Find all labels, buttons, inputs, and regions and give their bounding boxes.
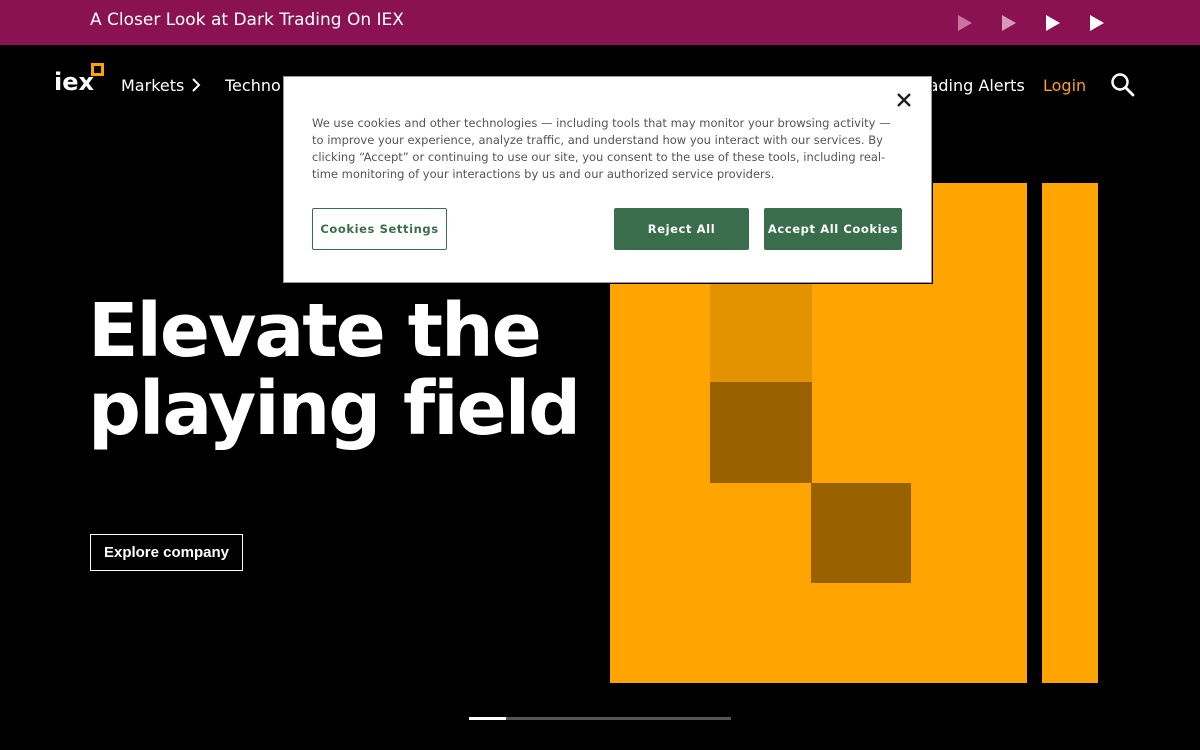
accept-all-cookies-button[interactable]: Accept All Cookies: [764, 208, 902, 250]
explore-company-button[interactable]: Explore company: [90, 534, 243, 571]
search-icon[interactable]: [1110, 72, 1136, 98]
banner-controls: [956, 14, 1106, 32]
cookie-consent-dialog: We use cookies and other technologies — …: [283, 76, 932, 283]
nav-login[interactable]: Login: [1043, 76, 1086, 95]
nav-technology[interactable]: Technol: [225, 76, 285, 95]
carousel-progress-fill: [469, 717, 506, 720]
chevron-right-icon[interactable]: [190, 78, 202, 92]
nav-trading-alerts[interactable]: rading Alerts: [922, 76, 1025, 95]
hero-title-line: playing field: [88, 366, 581, 452]
iex-logo[interactable]: iex: [54, 62, 106, 96]
play-arrow-icon[interactable]: [1000, 14, 1018, 32]
cookies-settings-button[interactable]: Cookies Settings: [312, 208, 447, 250]
hero-title: Elevate the playing field: [88, 288, 581, 452]
hero-title-line: Elevate the: [88, 288, 542, 374]
banner-link[interactable]: A Closer Look at Dark Trading On IEX: [90, 10, 404, 30]
reject-all-button[interactable]: Reject All: [614, 208, 749, 250]
cookie-description: We use cookies and other technologies — …: [312, 116, 891, 181]
play-arrow-icon[interactable]: [956, 14, 974, 32]
play-arrow-icon[interactable]: [1088, 14, 1106, 32]
nav-markets[interactable]: Markets: [121, 76, 184, 95]
play-arrow-icon[interactable]: [1044, 14, 1062, 32]
close-icon[interactable]: [893, 89, 915, 111]
announcement-banner: A Closer Look at Dark Trading On IEX: [0, 0, 1200, 45]
carousel-progress[interactable]: [469, 717, 731, 720]
logo-text: iex: [54, 68, 95, 94]
